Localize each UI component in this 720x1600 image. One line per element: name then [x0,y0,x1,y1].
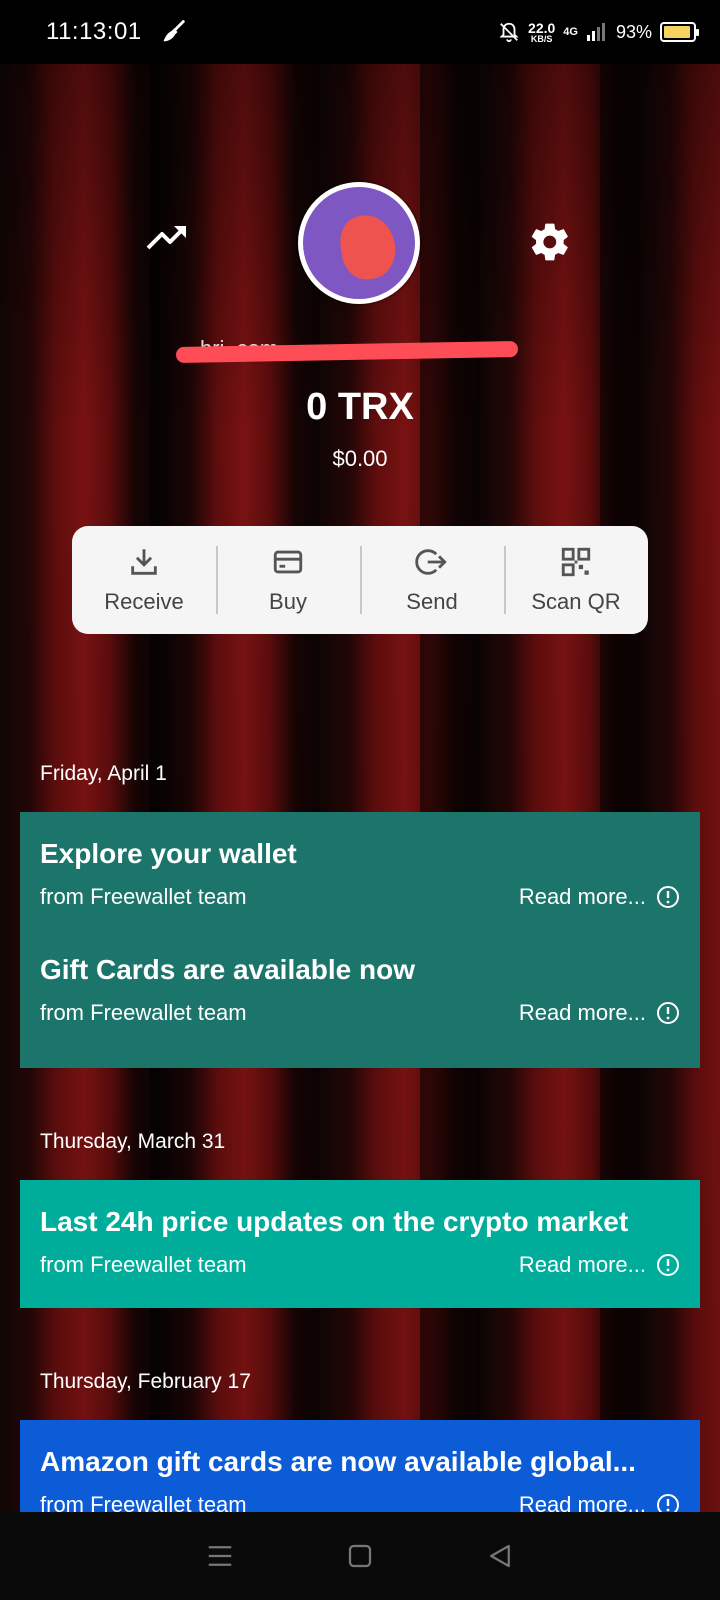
read-more-link[interactable]: Read more... [519,1000,680,1026]
scan-qr-button[interactable]: Scan QR [504,526,648,634]
news-item[interactable]: Gift Cards are available now from Freewa… [20,954,700,1026]
read-more-label: Read more... [518,1000,646,1025]
avatar[interactable] [298,182,420,304]
news-title: Last 24h price updates on the crypto mar… [40,1206,629,1237]
news-item[interactable]: Explore your wallet from Freewallet team… [20,838,700,910]
receive-button[interactable]: Receive [72,526,216,634]
read-more-label: Read more... [518,1492,646,1512]
home-icon[interactable] [345,1541,375,1571]
read-more-label: Read more... [518,1252,646,1277]
crypto-balance: 0 TRX [306,386,414,428]
news-source: from Freewallet team [40,1252,247,1277]
news-title: Amazon gift cards are now available glob… [40,1446,636,1477]
info-icon [657,1254,679,1276]
news-item[interactable]: Last 24h price updates on the crypto mar… [20,1206,700,1278]
feed-date: Thursday, March 31 [40,1130,226,1153]
feed-date: Thursday, February 17 [40,1370,251,1393]
buy-label: Buy [269,589,307,614]
net-speed-unit: KB/S [530,33,553,44]
network-type: 4G [563,26,578,38]
news-title: Explore your wallet [40,838,297,869]
email-address: bri .com [175,336,519,363]
news-source: from Freewallet team [40,1000,247,1025]
broom-icon [163,20,185,42]
send-label: Send [406,589,458,614]
news-source: from Freewallet team [40,1492,247,1512]
net-speed-value: 22.0 [528,19,556,36]
avatar-scribble [336,211,400,283]
read-more-label: Read more... [518,884,646,909]
menu-icon[interactable] [205,1541,235,1571]
back-icon[interactable] [485,1541,515,1571]
news-card: Amazon gift cards are now available glob… [20,1420,700,1512]
read-more-link[interactable]: Read more... [519,1252,680,1278]
feed-date: Friday, April 1 [40,762,167,785]
news-card: Last 24h price updates on the crypto mar… [20,1180,700,1308]
card-icon [273,550,303,574]
news-card: Explore your wallet from Freewallet team… [20,812,700,1068]
fiat-balance: $0.00 [332,446,388,471]
system-nav-bar [0,1512,720,1600]
battery-icon [660,22,699,42]
bell-muted-icon [499,22,519,43]
news-title: Gift Cards are available now [40,954,416,985]
status-indicators: 22.0 KB/S 4G 93% [498,21,699,44]
battery-percent: 93% [615,21,652,42]
info-icon [657,1002,679,1024]
trending-up-icon[interactable] [146,222,190,252]
battery-level [664,26,691,38]
download-icon [131,549,157,575]
scan-qr-label: Scan QR [531,589,621,614]
action-bar: Receive Buy Send Scan QR [72,526,648,634]
news-item[interactable]: Amazon gift cards are now available glob… [20,1446,700,1512]
read-more-link[interactable]: Read more... [519,884,680,910]
status-bar: 11:13:01 22.0 KB/S 4G 93% [0,0,720,64]
signal-icon [586,23,605,41]
send-icon [415,549,447,575]
status-time: 11:13:01 [46,18,142,45]
send-button[interactable]: Send [360,526,504,634]
info-icon [657,886,679,908]
qr-icon [561,547,591,577]
receive-label: Receive [104,589,184,614]
news-source: from Freewallet team [40,884,247,909]
net-speed: 22.0 KB/S [528,21,555,44]
buy-button[interactable]: Buy [216,526,360,634]
read-more-link[interactable]: Read more... [519,1492,680,1512]
info-icon [657,1494,679,1512]
gear-icon[interactable] [528,220,572,264]
